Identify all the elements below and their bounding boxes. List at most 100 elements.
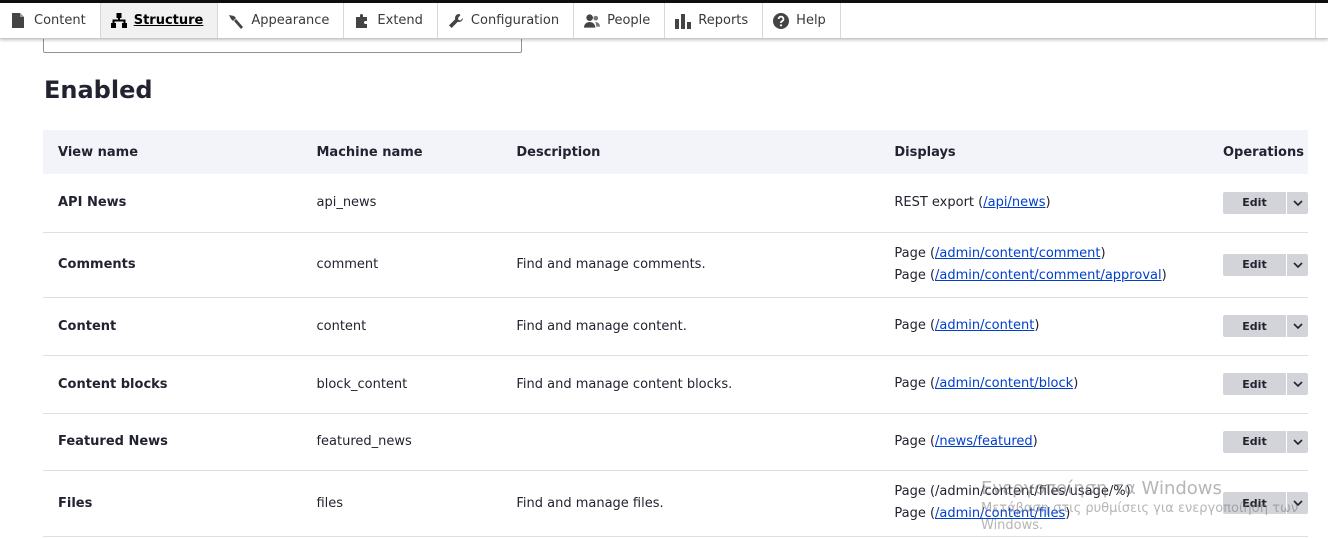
- people-icon: [584, 13, 601, 29]
- display-path-link[interactable]: /api/news: [983, 195, 1045, 210]
- display-type: Page: [894, 433, 926, 449]
- header-machine-name: Machine name: [301, 130, 502, 174]
- operations-dropbutton: Edit: [1223, 191, 1308, 214]
- view-displays: Page (/admin/content/block): [879, 355, 1208, 414]
- appearance-icon: [228, 13, 244, 29]
- display-line: Page (/admin/content/files/usage/%): [894, 484, 1131, 499]
- tab-reports[interactable]: Reports: [665, 3, 764, 38]
- help-icon: [773, 12, 790, 29]
- tab-help[interactable]: Help: [763, 3, 841, 38]
- display-line: Page (/admin/content/block): [894, 376, 1079, 391]
- chevron-down-icon: [1292, 500, 1303, 506]
- display-path-link[interactable]: /admin/content/comment: [935, 246, 1100, 261]
- display-type: Page: [894, 506, 926, 521]
- display-path-link[interactable]: /admin/content/comment/approval: [935, 268, 1162, 283]
- operations-cell: Edit: [1208, 174, 1308, 233]
- operations-toggle-button[interactable]: [1287, 430, 1308, 453]
- view-name: Content: [43, 297, 302, 356]
- machine-name: files: [301, 470, 502, 537]
- admin-toolbar: Content Structure Appearance Extend Conf…: [0, 3, 1328, 39]
- operations-cell: Edit: [1208, 355, 1308, 414]
- machine-name: featured_news: [301, 413, 502, 471]
- operations-toggle-button[interactable]: [1287, 492, 1308, 514]
- display-line: Page (/admin/content/comment/approval): [894, 267, 1167, 283]
- operations-dropbutton: Edit: [1223, 373, 1308, 395]
- display-path-link[interactable]: /admin/content/block: [935, 376, 1073, 391]
- view-description: Find and manage content blocks.: [501, 355, 880, 414]
- chevron-down-icon: [1292, 438, 1303, 445]
- operations-toggle-button[interactable]: [1287, 373, 1308, 395]
- tab-structure[interactable]: Structure: [100, 3, 219, 38]
- display-path-link[interactable]: /admin/content: [935, 318, 1034, 333]
- chevron-down-icon: [1292, 261, 1303, 268]
- machine-name: api_news: [301, 174, 502, 233]
- configuration-icon: [448, 13, 464, 29]
- tab-people[interactable]: People: [574, 3, 666, 38]
- tab-extend[interactable]: Extend: [344, 3, 438, 38]
- view-displays: Page (/news/featured): [879, 413, 1208, 471]
- header-operations: Operations: [1208, 130, 1308, 174]
- operations-dropbutton: Edit: [1223, 253, 1308, 276]
- table-row: Featured News featured_news Page (/news/…: [43, 413, 1308, 471]
- view-displays: Page (/admin/content): [879, 297, 1208, 356]
- view-name: API News: [43, 174, 302, 233]
- tab-appearance[interactable]: Appearance: [218, 3, 345, 38]
- display-type: REST export: [894, 194, 975, 210]
- tab-label: Content: [34, 13, 86, 28]
- edit-button[interactable]: Edit: [1223, 315, 1287, 337]
- tab-configuration[interactable]: Configuration: [438, 3, 575, 38]
- edit-button[interactable]: Edit: [1223, 492, 1287, 514]
- operations-cell: Edit: [1208, 470, 1308, 537]
- operations-dropbutton: Edit: [1223, 492, 1308, 514]
- content-icon: [10, 13, 26, 29]
- toolbar-end-divider: [1315, 3, 1328, 38]
- table-header-row: View name Machine name Description Displ…: [43, 130, 1308, 174]
- chevron-down-icon: [1292, 200, 1303, 206]
- display-type: Page: [894, 245, 926, 261]
- operations-cell: Edit: [1208, 413, 1308, 471]
- tab-content[interactable]: Content: [0, 3, 101, 38]
- display-type: Page: [894, 376, 926, 391]
- view-name: Comments: [43, 232, 302, 298]
- table-row: Files files Find and manage files. Page …: [43, 470, 1308, 537]
- header-view-name: View name: [43, 130, 302, 174]
- display-type: Page: [894, 318, 926, 333]
- view-name: Files: [43, 470, 302, 537]
- display-line: Page (/admin/content): [894, 318, 1040, 333]
- operations-toggle-button[interactable]: [1287, 191, 1308, 214]
- display-path-link[interactable]: /news/featured: [935, 434, 1033, 449]
- tab-label: People: [607, 13, 651, 28]
- views-table: View name Machine name Description Displ…: [43, 130, 1308, 537]
- edit-button[interactable]: Edit: [1223, 253, 1287, 276]
- edit-button[interactable]: Edit: [1223, 191, 1287, 214]
- table-row: Comments comment Find and manage comment…: [43, 232, 1308, 298]
- operations-toggle-button[interactable]: [1287, 315, 1308, 337]
- display-path-link[interactable]: /admin/content/files: [935, 506, 1065, 521]
- reports-icon: [675, 13, 692, 29]
- extend-icon: [354, 13, 370, 29]
- machine-name: comment: [301, 232, 502, 298]
- tab-label: Structure: [133, 13, 204, 28]
- display-line: REST export (/api/news): [894, 194, 1051, 210]
- operations-dropbutton: Edit: [1223, 315, 1308, 337]
- tab-label: Appearance: [251, 13, 330, 28]
- view-description: [501, 174, 880, 233]
- view-name: Content blocks: [43, 355, 302, 414]
- operations-toggle-button[interactable]: [1287, 253, 1308, 276]
- display-line: Page (/admin/content/comment): [894, 245, 1106, 261]
- edit-button[interactable]: Edit: [1223, 373, 1287, 395]
- structure-icon: [110, 13, 127, 29]
- machine-name: block_content: [301, 355, 502, 414]
- operations-dropbutton: Edit: [1223, 430, 1308, 453]
- tab-label: Configuration: [470, 13, 560, 28]
- table-row: API News api_news REST export (/api/news…: [43, 174, 1308, 233]
- tab-label: Help: [796, 13, 826, 28]
- header-displays: Displays: [879, 130, 1208, 174]
- chevron-down-icon: [1292, 323, 1303, 329]
- display-path-text: /admin/content/files/usage/%: [935, 484, 1126, 499]
- view-displays: Page (/admin/content/comment) Page (/adm…: [879, 232, 1208, 298]
- display-type: Page: [894, 484, 926, 499]
- display-type: Page: [894, 267, 926, 283]
- edit-button[interactable]: Edit: [1223, 430, 1287, 453]
- header-description: Description: [501, 130, 880, 174]
